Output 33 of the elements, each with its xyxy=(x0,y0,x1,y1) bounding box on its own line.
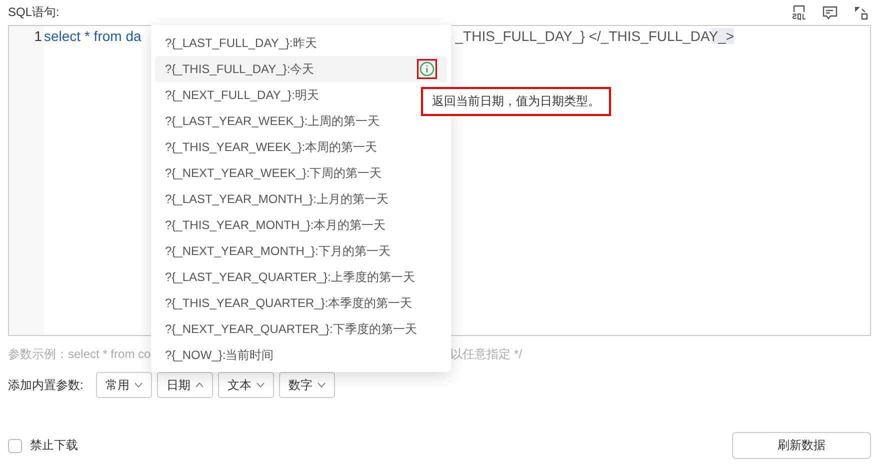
refresh-button[interactable]: 刷新数据 xyxy=(732,432,871,459)
menu-item[interactable]: ?{_LAST_YEAR_QUARTER_}:上季度的第一天 xyxy=(155,264,447,290)
menu-item[interactable]: ?{_NOW_}:当前时间 xyxy=(155,342,447,368)
line-number: 1 xyxy=(34,28,42,44)
menu-item[interactable]: ?{_NEXT_YEAR_MONTH_}:下月的第一天 xyxy=(155,238,447,264)
param-dropdown-button[interactable]: 数字 xyxy=(279,372,336,398)
menu-item[interactable]: ?{_THIS_YEAR_QUARTER_}:本季度的第一天 xyxy=(155,290,447,316)
checkbox-label: 禁止下载 xyxy=(30,437,78,454)
sql-file-icon[interactable] xyxy=(791,4,807,20)
caret-icon xyxy=(195,382,204,388)
param-dropdown-button[interactable]: 常用 xyxy=(96,372,152,398)
example-text: 以任意指定 */ xyxy=(450,346,522,362)
tooltip: 返回当前日期，值为日期类型。 xyxy=(421,87,611,116)
menu-item[interactable]: ?{_THIS_YEAR_WEEK_}:本周的第一天 xyxy=(155,134,447,160)
menu-item[interactable]: ?{_LAST_YEAR_MONTH_}:上月的第一天 xyxy=(155,186,447,212)
sql-label: SQL语句: xyxy=(8,4,60,21)
comment-icon[interactable] xyxy=(822,4,838,20)
params-label: 添加内置参数: xyxy=(8,376,84,394)
caret-icon xyxy=(256,382,266,388)
param-dropdown-button[interactable]: 文本 xyxy=(218,372,274,398)
info-icon[interactable] xyxy=(417,59,437,79)
example-text: 参数示例：select * from co xyxy=(8,346,151,362)
code-text: select * from da xyxy=(44,28,142,44)
menu-item[interactable]: ?{_THIS_YEAR_MONTH_}:本月的第一天 xyxy=(155,212,447,238)
code-text: _THIS_FULL_DAY_} </_THIS_FULL_DAY_> xyxy=(455,28,734,44)
menu-item[interactable]: ?{_LAST_FULL_DAY_}:昨天 xyxy=(155,30,447,56)
checkbox[interactable] xyxy=(8,438,22,452)
menu-item[interactable]: ?{_NEXT_YEAR_WEEK_}:下周的第一天 xyxy=(155,160,447,186)
fullscreen-icon[interactable] xyxy=(853,4,869,20)
param-dropdown-button[interactable]: 日期 xyxy=(157,372,214,398)
menu-item[interactable]: ?{_THIS_FULL_DAY_}:今天 xyxy=(155,56,447,82)
caret-icon xyxy=(134,382,144,388)
caret-icon xyxy=(317,382,326,388)
